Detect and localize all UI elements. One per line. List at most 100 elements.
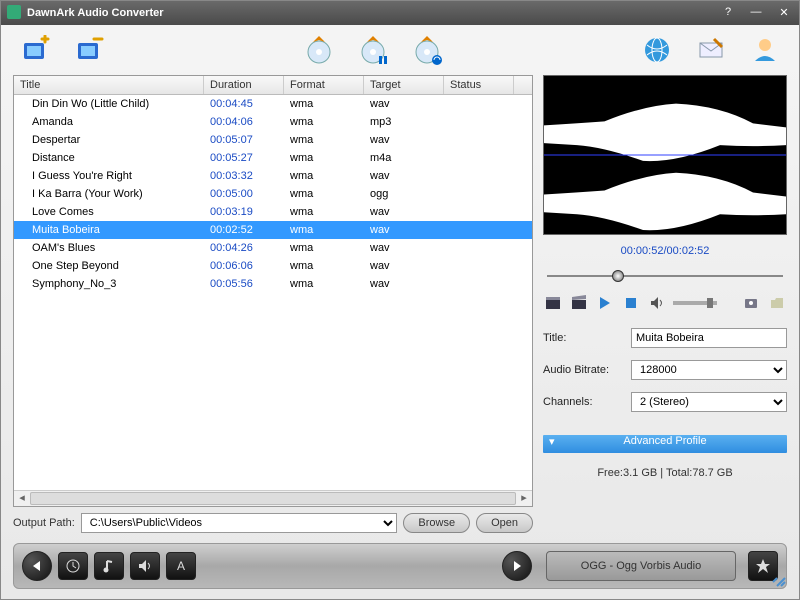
- table-h-scrollbar[interactable]: ◂ ▸: [14, 490, 532, 506]
- col-title[interactable]: Title: [14, 76, 204, 94]
- clapper1-icon[interactable]: [543, 293, 563, 313]
- browse-button[interactable]: Browse: [403, 513, 470, 533]
- cell-title: I Ka Barra (Your Work): [14, 185, 204, 203]
- web-button[interactable]: [639, 32, 675, 68]
- close-button[interactable]: ✕: [775, 6, 793, 20]
- cell-format: wma: [284, 257, 364, 275]
- cell-title: Din Din Wo (Little Child): [14, 95, 204, 113]
- mail-button[interactable]: [693, 32, 729, 68]
- cell-status: [444, 101, 514, 107]
- resize-grip-icon[interactable]: [772, 573, 786, 590]
- history-button[interactable]: [58, 552, 88, 580]
- cell-format: wma: [284, 203, 364, 221]
- output-path-select[interactable]: C:\Users\Public\Videos: [81, 513, 398, 533]
- storage-info: Free:3.1 GB | Total:78.7 GB: [543, 459, 787, 487]
- window-title: DawnArk Audio Converter: [27, 7, 719, 19]
- app-icon: [7, 5, 21, 22]
- table-row[interactable]: Despertar00:05:07wmawav: [14, 131, 532, 149]
- table-row[interactable]: Amanda00:04:06wmamp3: [14, 113, 532, 131]
- detail-title-input[interactable]: [631, 328, 787, 348]
- cell-status: [444, 263, 514, 269]
- text-button[interactable]: A: [166, 552, 196, 580]
- app-window: DawnArk Audio Converter ? — ✕: [0, 0, 800, 600]
- output-profile-display[interactable]: OGG - Ogg Vorbis Audio: [546, 551, 736, 581]
- cell-status: [444, 173, 514, 179]
- waveform-display: [543, 75, 787, 235]
- cell-format: wma: [284, 167, 364, 185]
- playback-scrubber[interactable]: [547, 269, 783, 283]
- scroll-right-arrow[interactable]: ▸: [516, 491, 532, 506]
- table-row[interactable]: Symphony_No_300:05:56wmawav: [14, 275, 532, 293]
- user-button[interactable]: [747, 32, 783, 68]
- table-row[interactable]: Distance00:05:27wmam4a: [14, 149, 532, 167]
- detail-channels-label: Channels:: [543, 396, 625, 408]
- pause-convert-button[interactable]: [355, 32, 391, 68]
- cell-title: OAM's Blues: [14, 239, 204, 257]
- cell-duration: 00:06:06: [204, 257, 284, 275]
- volume-icon[interactable]: [647, 293, 667, 313]
- track-table: Title Duration Format Target Status Din …: [13, 75, 533, 507]
- scroll-thumb[interactable]: [30, 492, 516, 505]
- table-row[interactable]: Din Din Wo (Little Child)00:04:45wmawav: [14, 95, 532, 113]
- remove-file-button[interactable]: [71, 32, 107, 68]
- cell-status: [444, 209, 514, 215]
- prev-button[interactable]: [22, 551, 52, 581]
- next-button[interactable]: [502, 551, 532, 581]
- cell-target: ogg: [364, 185, 444, 203]
- open-folder-button[interactable]: [767, 293, 787, 313]
- cell-target: m4a: [364, 149, 444, 167]
- table-row[interactable]: One Step Beyond00:06:06wmawav: [14, 257, 532, 275]
- col-duration[interactable]: Duration: [204, 76, 284, 94]
- cell-target: wav: [364, 167, 444, 185]
- stop-button[interactable]: [621, 293, 641, 313]
- volume-slider[interactable]: [673, 301, 717, 305]
- cell-duration: 00:03:32: [204, 167, 284, 185]
- scrubber-knob[interactable]: [612, 270, 624, 282]
- cell-target: mp3: [364, 113, 444, 131]
- main-toolbar: [1, 25, 799, 75]
- table-row[interactable]: Love Comes00:03:19wmawav: [14, 203, 532, 221]
- cell-target: wav: [364, 275, 444, 293]
- detail-channels-select[interactable]: 2 (Stereo): [631, 392, 787, 412]
- cell-format: wma: [284, 95, 364, 113]
- table-row[interactable]: Muita Bobeira00:02:52wmawav: [14, 221, 532, 239]
- play-button[interactable]: [595, 293, 615, 313]
- snapshot-button[interactable]: [741, 293, 761, 313]
- chevron-down-icon: ▾: [549, 435, 555, 448]
- advanced-profile-toggle[interactable]: ▾ Advanced Profile: [543, 435, 787, 453]
- player-controls: [543, 291, 787, 319]
- minimize-button[interactable]: —: [747, 6, 765, 20]
- detail-bitrate-select[interactable]: 128000: [631, 360, 787, 380]
- cell-title: Symphony_No_3: [14, 275, 204, 293]
- table-header: Title Duration Format Target Status: [14, 76, 532, 95]
- cell-duration: 00:04:06: [204, 113, 284, 131]
- cell-title: Despertar: [14, 131, 204, 149]
- cell-format: wma: [284, 239, 364, 257]
- table-row[interactable]: I Ka Barra (Your Work)00:05:00wmaogg: [14, 185, 532, 203]
- detail-bitrate-label: Audio Bitrate:: [543, 364, 625, 376]
- clapper2-icon[interactable]: [569, 293, 589, 313]
- table-row[interactable]: OAM's Blues00:04:26wmawav: [14, 239, 532, 257]
- col-target[interactable]: Target: [364, 76, 444, 94]
- cell-title: I Guess You're Right: [14, 167, 204, 185]
- sound-button[interactable]: [130, 552, 160, 580]
- bottom-bar: A OGG - Ogg Vorbis Audio: [13, 543, 787, 589]
- cell-status: [444, 155, 514, 161]
- cell-target: wav: [364, 239, 444, 257]
- col-format[interactable]: Format: [284, 76, 364, 94]
- music-note-button[interactable]: [94, 552, 124, 580]
- table-row[interactable]: I Guess You're Right00:03:32wmawav: [14, 167, 532, 185]
- cell-target: wav: [364, 221, 444, 239]
- add-file-button[interactable]: [17, 32, 53, 68]
- cell-title: Muita Bobeira: [14, 221, 204, 239]
- stop-convert-button[interactable]: [409, 32, 445, 68]
- open-button[interactable]: Open: [476, 513, 533, 533]
- cell-duration: 00:04:45: [204, 95, 284, 113]
- convert-button[interactable]: [301, 32, 337, 68]
- col-status[interactable]: Status: [444, 76, 514, 94]
- cell-status: [444, 119, 514, 125]
- cell-duration: 00:05:56: [204, 275, 284, 293]
- help-button[interactable]: ?: [719, 6, 737, 20]
- scroll-left-arrow[interactable]: ◂: [14, 491, 30, 506]
- cell-title: Amanda: [14, 113, 204, 131]
